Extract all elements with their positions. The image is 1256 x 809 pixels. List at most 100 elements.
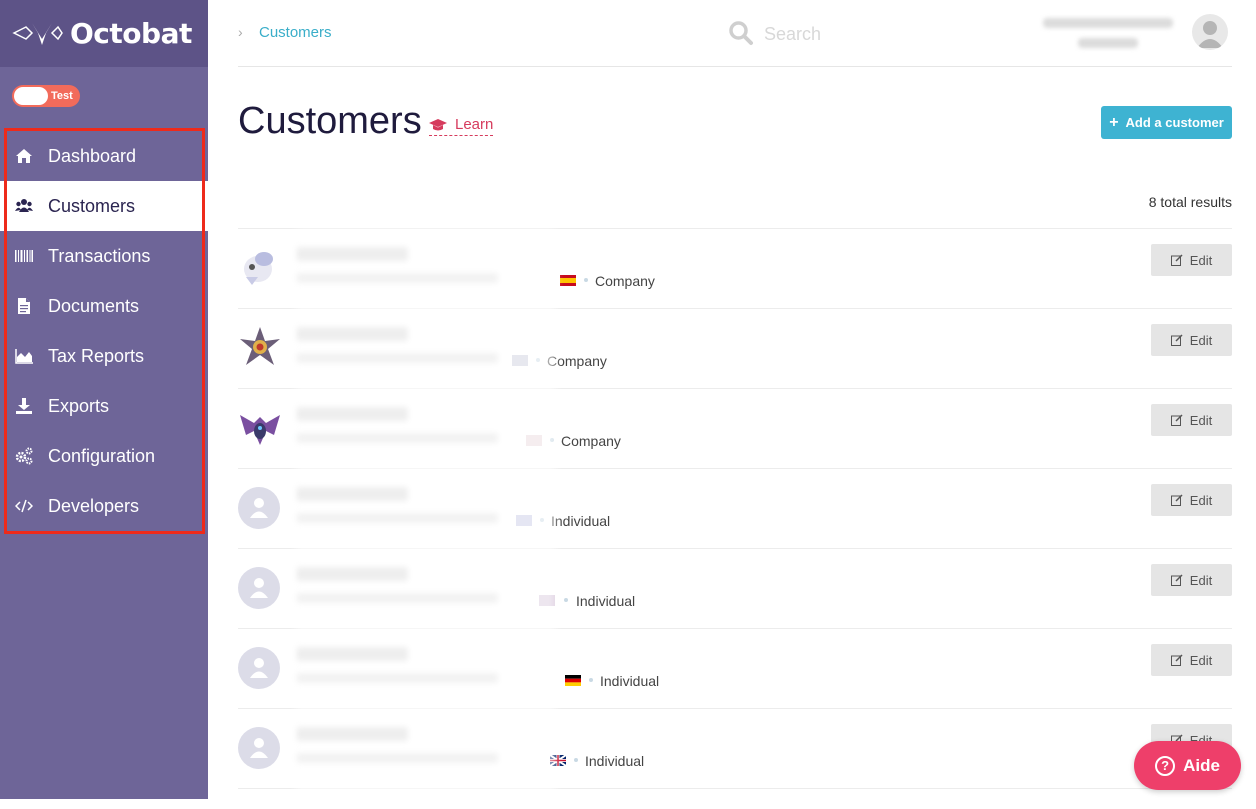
search-input[interactable] [762,20,966,48]
flag-us-icon [539,595,555,606]
learn-label: Learn [455,116,494,133]
list-item[interactable]: Individual Edit [238,468,1232,548]
customer-email-blurred [298,353,498,363]
sidebar-item-label: Customers [48,195,136,216]
avatar[interactable] [1192,14,1228,50]
user-icon [250,658,268,678]
customer-avatar-placeholder [238,487,280,529]
edit-button[interactable]: Edit [1151,404,1232,436]
customer-type: Individual [600,673,660,689]
download-icon [14,396,34,416]
customer-type: Company [561,433,621,449]
barcode-icon [14,246,34,266]
customer-avatar-placeholder [238,567,280,609]
flag-eu-icon [516,515,532,526]
list-item[interactable]: Company Edit [238,388,1232,468]
customer-name-blurred [298,567,408,581]
edit-label: Edit [1189,652,1213,668]
separator-dot [564,598,568,602]
sidebar-nav: Dashboard Customers Transactions Documen… [0,131,208,531]
edit-icon [1170,654,1183,666]
customer-email-blurred [298,593,498,603]
customer-type: Individual [585,753,645,769]
help-label: Aide [1183,755,1220,775]
user-icon [250,738,268,758]
customer-name-blurred [298,247,408,261]
separator-dot [550,438,554,442]
customer-name-blurred [298,327,408,341]
customer-name-blurred [298,727,408,741]
customer-name-blurred [298,647,408,661]
list-item[interactable]: Company Edit [238,308,1232,388]
test-mode-toggle[interactable]: Test [12,85,80,107]
account-name-blurred[interactable] [1033,14,1173,54]
logo-bar[interactable]: Octobat [0,0,208,67]
edit-button[interactable]: Edit [1151,244,1232,276]
gears-icon [14,446,34,466]
edit-label: Edit [1189,252,1213,268]
separator-dot [584,278,588,282]
search-icon [729,21,753,45]
list-item[interactable]: Individual Edit [238,628,1232,708]
sidebar-item-tax-reports[interactable]: Tax Reports [0,331,208,381]
list-item[interactable]: Company Edit [238,228,1232,308]
home-icon [14,146,34,166]
sidebar-item-label: Transactions [48,245,151,266]
customer-type: Individual [576,593,636,609]
total-results: 8 total results [1148,194,1232,210]
edit-button[interactable]: Edit [1151,324,1232,356]
sidebar-item-developers[interactable]: Developers [0,481,208,531]
add-customer-label: Add a customer [1125,115,1224,130]
sidebar-item-label: Documents [48,295,140,316]
sidebar-item-label: Dashboard [48,145,137,166]
topbar: › Customers [238,0,1232,67]
plus-icon: + [1109,113,1119,131]
sidebar-item-customers[interactable]: Customers [0,181,208,231]
edit-icon [1170,574,1183,586]
edit-label: Edit [1189,332,1213,348]
customer-avatar [238,325,280,367]
sidebar-item-dashboard[interactable]: Dashboard [0,131,208,181]
learn-link[interactable]: Learn [429,116,494,136]
page-title: Customers [238,100,422,142]
customer-name-blurred [298,407,408,421]
edit-button[interactable]: Edit [1151,644,1232,676]
flag-gb-icon [550,755,566,766]
code-icon [14,496,34,516]
sidebar-item-configuration[interactable]: Configuration [0,431,208,481]
separator-dot [574,758,578,762]
edit-label: Edit [1189,492,1213,508]
sidebar: Octobat Test Dashboard Customers Transac… [0,0,208,799]
add-customer-button[interactable]: + Add a customer [1101,106,1232,139]
graduation-cap-icon [429,118,447,130]
help-button[interactable]: ? Aide [1134,741,1241,790]
chevron-right-icon: › [238,24,243,40]
customer-list: Company Edit Company Edit Company Edit I… [238,228,1232,809]
customer-email-blurred [298,753,498,763]
customer-type: Individual [551,513,611,529]
area-chart-icon [14,346,34,366]
sidebar-item-transactions[interactable]: Transactions [0,231,208,281]
list-item[interactable]: Individual Edit [238,548,1232,628]
octobat-logo-icon [12,22,63,45]
document-icon [14,296,34,316]
customer-type: Company [547,353,607,369]
edit-icon [1170,254,1183,266]
app-name: Octobat [70,17,192,50]
flag-fr-icon [526,435,542,446]
edit-button[interactable]: Edit [1151,484,1232,516]
flag-de-icon [565,675,581,686]
customer-avatar [238,405,280,447]
flag-es-icon [560,275,576,286]
edit-button[interactable]: Edit [1151,564,1232,596]
list-item[interactable]: Individual Edit [238,708,1232,788]
customer-email-blurred [298,673,498,683]
breadcrumb[interactable]: Customers [259,24,332,41]
flag-us-icon [512,355,528,366]
sidebar-item-label: Configuration [48,445,156,466]
customer-avatar [238,245,280,287]
sidebar-item-exports[interactable]: Exports [0,381,208,431]
customer-email-blurred [298,433,498,443]
separator-dot [536,358,540,362]
sidebar-item-documents[interactable]: Documents [0,281,208,331]
